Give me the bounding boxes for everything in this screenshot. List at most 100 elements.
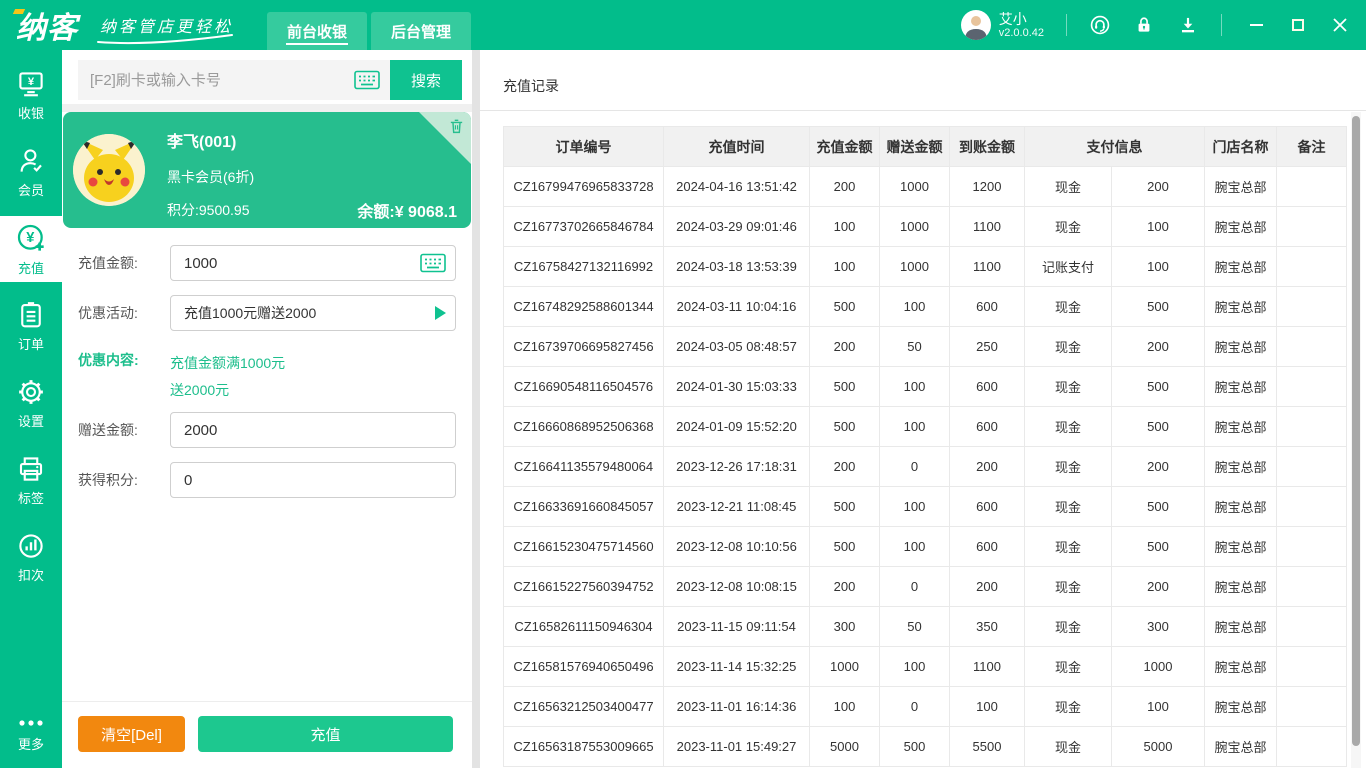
table-cell: CZ16563187553009665 <box>503 726 664 767</box>
table-cell: CZ16739706695827456 <box>503 326 664 367</box>
table-cell: 500 <box>1111 286 1205 327</box>
table-cell <box>1276 566 1347 607</box>
table-row[interactable]: CZ16582611150946304 2023-11-15 09:11:54 30… <box>503 606 1347 647</box>
table-cell: 200 <box>1111 326 1205 367</box>
label-printer-icon <box>19 456 43 481</box>
table-cell: 200 <box>809 166 880 207</box>
table-cell: 100 <box>949 686 1025 727</box>
tab-backend-management[interactable]: 后台管理 <box>371 12 472 50</box>
user-name: 艾小 <box>998 10 1027 27</box>
table-cell <box>1276 726 1347 767</box>
table-cell: 2024-03-18 13:53:39 <box>663 246 810 287</box>
table-cell: 现金 <box>1024 526 1112 567</box>
table-row[interactable]: CZ16758427132116992 2024-03-18 13:53:39 10… <box>503 246 1347 287</box>
table-row[interactable]: CZ16690548116504576 2024-01-30 15:03:33 50… <box>503 366 1347 407</box>
sidebar-item-label: 标签 <box>17 490 44 506</box>
minimize-button[interactable] <box>1248 17 1264 33</box>
lock-icon[interactable] <box>1133 14 1155 36</box>
sidebar-item-label: 充值 <box>17 260 44 276</box>
logo-text: 纳客 <box>16 12 78 45</box>
table-cell: 100 <box>879 646 950 687</box>
table-cell: 2023-11-01 15:49:27 <box>663 726 810 767</box>
table-cell: 200 <box>949 566 1025 607</box>
table-cell: 100 <box>809 206 880 247</box>
customer-service-icon[interactable] <box>1089 14 1111 36</box>
sidebar-item-label-print[interactable]: 标签 <box>0 447 62 513</box>
promo-content-label: 优惠内容: <box>78 352 139 368</box>
table-row[interactable]: CZ16660868952506368 2024-01-09 15:52:20 50… <box>503 406 1347 447</box>
download-icon[interactable] <box>1177 14 1199 36</box>
table-cell: 2023-11-14 15:32:25 <box>663 646 810 687</box>
table-column-header: 订单编号 <box>503 126 664 167</box>
keyboard-icon[interactable] <box>354 70 380 90</box>
top-bar: 纳客 纳客管店更轻松 前台收银 后台管理 艾小 v2.0.0.42 <box>0 0 1366 50</box>
remove-member-trash-icon[interactable] <box>448 117 465 135</box>
table-cell: 100 <box>809 686 880 727</box>
promo-activity-select[interactable]: 充值1000元赠送2000 <box>170 295 456 331</box>
gift-amount-label: 赠送金额: <box>78 422 138 438</box>
table-cell: 50 <box>879 326 950 367</box>
sidebar-item-more[interactable]: 更多 <box>0 706 62 762</box>
table-row[interactable]: CZ16773702665846784 2024-03-29 09:01:46 10… <box>503 206 1347 247</box>
table-row[interactable]: CZ16615230475714560 2023-12-08 10:10:56 50… <box>503 526 1347 567</box>
table-row[interactable]: CZ16799476965833728 2024-04-16 13:51:42 20… <box>503 166 1347 207</box>
table-cell: 300 <box>1111 606 1205 647</box>
maximize-button[interactable] <box>1290 17 1306 33</box>
table-cell: 1000 <box>1111 646 1205 687</box>
table-row[interactable]: CZ16739706695827456 2024-03-05 08:48:57 20… <box>503 326 1347 367</box>
card-search-input[interactable] <box>90 71 354 89</box>
table-cell: 200 <box>809 326 880 367</box>
gain-points-label: 获得积分: <box>78 472 138 488</box>
table-cell: 2024-01-30 15:03:33 <box>663 366 810 407</box>
app-logo: 纳客 <box>12 3 78 47</box>
gift-amount-input[interactable] <box>170 412 456 448</box>
table-row[interactable]: CZ16563212503400477 2023-11-01 16:14:36 10… <box>503 686 1347 727</box>
gain-points-input[interactable] <box>170 462 456 498</box>
table-cell: 现金 <box>1024 206 1112 247</box>
sidebar-item-settings[interactable]: 设置 <box>0 370 62 436</box>
recharge-submit-button[interactable]: 充值 <box>198 716 453 752</box>
table-row[interactable]: CZ16641135579480064 2023-12-26 17:18:31 20… <box>503 446 1347 487</box>
table-row[interactable]: CZ16581576940650496 2023-11-14 15:32:25 10… <box>503 646 1347 687</box>
records-title: 充值记录 <box>503 78 559 94</box>
table-row[interactable]: CZ16633691660845057 2023-12-21 11:08:45 50… <box>503 486 1347 527</box>
table-cell: 现金 <box>1024 686 1112 727</box>
table-cell: 600 <box>949 366 1025 407</box>
table-cell: 200 <box>1111 166 1205 207</box>
table-cell: 100 <box>879 406 950 447</box>
close-button[interactable] <box>1332 17 1348 33</box>
table-row[interactable]: CZ16748292588601344 2024-03-11 10:04:16 50… <box>503 286 1347 327</box>
table-cell <box>1276 206 1347 247</box>
table-cell: 2024-03-29 09:01:46 <box>663 206 810 247</box>
sidebar-item-member[interactable]: 会员 <box>0 139 62 205</box>
recharge-amount-input[interactable] <box>170 245 456 281</box>
sidebar-item-cashier[interactable]: ¥ 收银 <box>0 62 62 128</box>
user-meta: 艾小 v2.0.0.42 <box>999 11 1044 40</box>
sidebar-item-label: 设置 <box>17 413 44 429</box>
sidebar-item-recharge[interactable]: ¥ 充值 <box>0 216 62 282</box>
sidebar-item-deduct[interactable]: 扣次 <box>0 524 62 590</box>
table-cell: CZ16633691660845057 <box>503 486 664 527</box>
brand-tagline: 纳客管店更轻松 <box>97 13 233 45</box>
tab-front-cashier[interactable]: 前台收银 <box>267 12 368 50</box>
dropdown-arrow-icon <box>435 306 446 320</box>
table-cell: 500 <box>1111 366 1205 407</box>
member-level: 黑卡会员(6折) <box>167 169 255 185</box>
table-column-header: 充值时间 <box>663 126 810 167</box>
member-avatar-pikachu <box>73 134 145 206</box>
clear-button[interactable]: 清空[Del] <box>78 716 185 752</box>
keyboard-icon[interactable] <box>420 253 446 273</box>
user-chip[interactable]: 艾小 v2.0.0.42 <box>960 10 1044 40</box>
table-cell <box>1276 286 1347 327</box>
table-scrollbar-thumb[interactable] <box>1352 116 1360 746</box>
table-row[interactable]: CZ16615227560394752 2023-12-08 10:08:15 20… <box>503 566 1347 607</box>
tab-label: 前台收银 <box>287 23 348 41</box>
table-cell: 2023-11-01 16:14:36 <box>663 686 810 727</box>
table-cell: 现金 <box>1024 646 1112 687</box>
search-button[interactable]: 搜索 <box>390 60 462 100</box>
table-row[interactable]: CZ16563187553009665 2023-11-01 15:49:27 50… <box>503 726 1347 767</box>
table-cell: 1200 <box>949 166 1025 207</box>
table-cell: 5000 <box>809 726 880 767</box>
records-table: 订单编号 充值时间 充值金额 赠送金额 到账金额 支付信息 门店名称 备注 CZ1679947… <box>503 126 1347 767</box>
sidebar-item-orders[interactable]: 订单 <box>0 293 62 359</box>
